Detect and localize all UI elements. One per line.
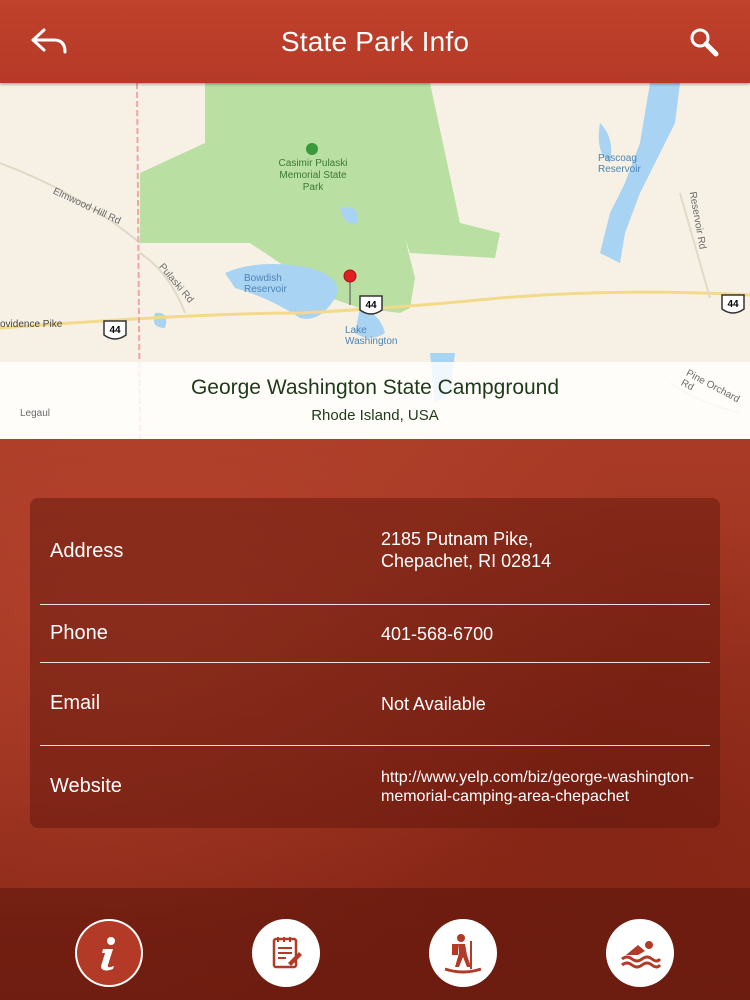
address-row: Address 2185 Putnam Pike, Chepachet, RI … xyxy=(40,498,710,604)
phone-label: Phone xyxy=(50,622,108,644)
email-value[interactable]: Not Available xyxy=(381,693,486,715)
address-value[interactable]: 2185 Putnam Pike, Chepachet, RI 02814 xyxy=(381,528,551,572)
phone-row: Phone 401-568-6700 xyxy=(40,605,710,662)
notepad-icon xyxy=(272,937,302,969)
hiking-icon xyxy=(444,934,482,974)
map-label-park: Casimir Pulaski Memorial State Park xyxy=(278,158,348,193)
svg-text:44: 44 xyxy=(109,325,121,336)
map-label-lake-washington: Lake Washington xyxy=(345,325,398,347)
phone-value[interactable]: 401-568-6700 xyxy=(381,623,493,645)
place-caption: George Washington State Campground Rhode… xyxy=(0,362,750,439)
search-icon[interactable] xyxy=(688,26,720,58)
address-line1: 2185 Putnam Pike, xyxy=(381,529,534,549)
svg-text:44: 44 xyxy=(727,299,739,310)
swimming-icon xyxy=(621,941,662,969)
back-arrow-icon[interactable] xyxy=(30,26,68,58)
place-region: Rhode Island, USA xyxy=(311,407,439,424)
email-row: Email Not Available xyxy=(40,663,710,745)
map-label-providence: ovidence Pike xyxy=(0,319,63,330)
website-line2: memorial-camping-area-chepachet xyxy=(381,788,630,805)
svg-text:44: 44 xyxy=(365,300,377,311)
address-label: Address xyxy=(50,540,124,562)
website-label: Website xyxy=(50,775,122,797)
website-line1: http://www.yelp.com/biz/george-washingto… xyxy=(381,769,695,786)
info-card: Address 2185 Putnam Pike, Chepachet, RI … xyxy=(30,498,720,828)
tab-swimming[interactable] xyxy=(606,919,674,987)
tab-activities[interactable] xyxy=(429,919,497,987)
website-row: Website http://www.yelp.com/biz/george-w… xyxy=(40,746,710,828)
address-line2: Chepachet, RI 02814 xyxy=(381,551,552,571)
tab-info[interactable] xyxy=(75,919,143,987)
info-icon xyxy=(101,937,115,971)
map-label-pascoag: Pascoag Reservoir xyxy=(598,153,641,175)
tab-notes[interactable] xyxy=(252,919,320,987)
place-name: George Washington State Campground xyxy=(190,376,560,399)
website-value[interactable]: http://www.yelp.com/biz/george-washingto… xyxy=(381,768,694,806)
header-bar: State Park Info xyxy=(0,0,750,83)
map-label-legaul: Legaul xyxy=(20,408,51,419)
page-title: State Park Info xyxy=(280,25,470,57)
email-label: Email xyxy=(50,692,101,714)
map-label-bowdish: Bowdish Reservoir xyxy=(244,273,287,295)
bottom-tab-bar xyxy=(0,888,750,1000)
